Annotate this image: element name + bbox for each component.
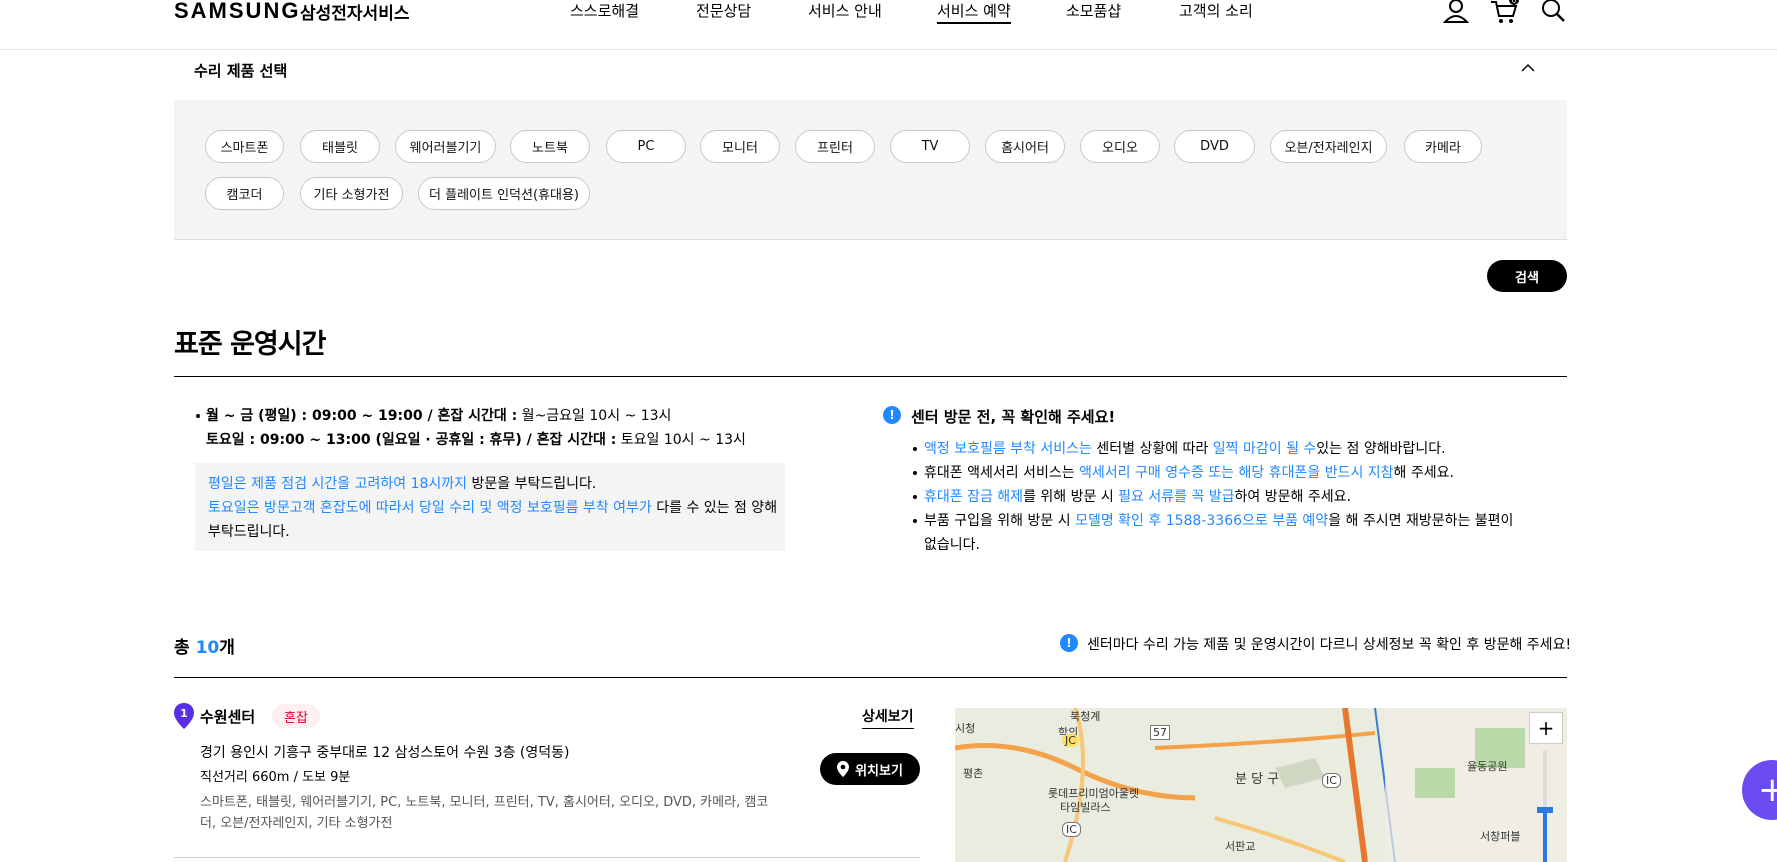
bullet xyxy=(913,471,917,475)
chip-camera[interactable]: 카메라 xyxy=(1404,130,1482,163)
bullet xyxy=(913,519,917,523)
list-notice: 센터마다 수리 가능 제품 및 운영시간이 다르니 상세정보 꼭 확인 후 방문… xyxy=(1087,637,1572,653)
nav-consult[interactable]: 전문상담 xyxy=(696,0,751,24)
chip-tablet[interactable]: 태블릿 xyxy=(300,130,380,163)
map-pin-number-icon: 1 xyxy=(174,703,194,729)
map-label: 타임빌라스 xyxy=(1060,801,1111,814)
weekday-hours-label: 월 ~ 금 (평일) : 09:00 ~ 19:00 / 혼잡 시간대 : xyxy=(206,408,518,424)
map-label: 평촌 xyxy=(963,767,984,780)
visit-item-parts-cont: 없습니다. xyxy=(924,537,980,553)
nav-supplies-shop[interactable]: 소모품샵 xyxy=(1066,0,1121,24)
global-header: SAMSUNG 삼성전자서비스 스스로해결 전문상담 서비스 안내 서비스 예약… xyxy=(0,0,1777,50)
map-label: 서창퍼블 xyxy=(1480,830,1521,843)
view-location-button[interactable]: 위치보기 xyxy=(820,753,920,785)
map-zoom-slider[interactable] xyxy=(1535,750,1555,862)
saturday-hours-label: 토요일 : 09:00 ~ 13:00 (일요일 · 공휴일 : 휴무) / 혼… xyxy=(206,432,617,448)
saturday-busy-hours: 토요일 10시 ~ 13시 xyxy=(616,432,746,448)
saturday-hours: 토요일 : 09:00 ~ 13:00 (일요일 · 공휴일 : 휴무) / 혼… xyxy=(206,429,746,449)
map-label: IC xyxy=(1062,822,1081,837)
note-line-1: 평일은 제품 점검 시간을 고려하여 18시까지 방문을 부탁드립니다. xyxy=(208,476,597,492)
map-label: JC xyxy=(1062,734,1079,747)
status-badge: 혼잡 xyxy=(272,704,320,728)
chip-oven-microwave[interactable]: 오븐/전자레인지 xyxy=(1270,130,1387,163)
nav-service-guide[interactable]: 서비스 안내 xyxy=(808,0,882,24)
bullet xyxy=(913,447,917,451)
chip-printer[interactable]: 프린터 xyxy=(795,130,875,163)
center-name[interactable]: 수원센터 xyxy=(200,706,255,727)
samsung-logo[interactable]: SAMSUNG xyxy=(174,0,300,24)
visit-item-unlock: 휴대폰 잠금 해제를 위해 방문 시 필요 서류를 꼭 발급하여 방문해 주세요… xyxy=(924,489,1351,505)
cart-icon[interactable]: 0 xyxy=(1489,0,1519,26)
map-label: 율동공원 xyxy=(1467,760,1508,773)
nav-customer-voice[interactable]: 고객의 소리 xyxy=(1179,0,1253,24)
logo-subtitle[interactable]: 삼성전자서비스 xyxy=(300,0,409,24)
map-view[interactable]: 북청계 학의 평촌 롯데프리미엄아울렛 타임빌라스 분 당 구 율동공원 서판교… xyxy=(955,708,1567,862)
note-line-2: 토요일은 방문고객 혼잡도에 따라서 당일 수리 및 액정 보호필름 부착 여부… xyxy=(208,500,778,516)
detail-link[interactable]: 상세보기 xyxy=(862,706,914,729)
chip-smartphone[interactable]: 스마트폰 xyxy=(205,130,284,163)
chip-tv[interactable]: TV xyxy=(890,130,970,163)
center-address: 경기 용인시 기흥구 중부대로 12 삼성스토어 수원 3층 (영덕동) xyxy=(200,745,570,761)
chip-wearable[interactable]: 웨어러블기기 xyxy=(395,130,496,163)
map-label: 시청 xyxy=(955,722,976,735)
view-location-label: 위치보기 xyxy=(855,763,903,779)
chip-plate-induction[interactable]: 더 플레이트 인덕션(휴대용) xyxy=(418,177,590,210)
map-label: 분 당 구 xyxy=(1235,772,1280,787)
nav-self-solve[interactable]: 스스로해결 xyxy=(570,0,639,24)
hours-title: 표준 운영시간 xyxy=(174,329,326,360)
search-icon[interactable] xyxy=(1538,0,1568,26)
chip-dvd[interactable]: DVD xyxy=(1174,130,1255,163)
cart-count: 0 xyxy=(1512,0,1516,5)
product-chip-panel: 스마트폰 태블릿 웨어러블기기 노트북 PC 모니터 프린터 TV 홈시어터 오… xyxy=(174,100,1567,240)
total-count: 총 10개 xyxy=(174,638,235,658)
chip-monitor[interactable]: 모니터 xyxy=(700,130,780,163)
chip-camcorder[interactable]: 캠코더 xyxy=(205,177,284,210)
exclamation-icon: ! xyxy=(1060,634,1078,652)
map-label: 서판교 xyxy=(1225,840,1256,853)
floating-plus-button[interactable]: + xyxy=(1742,760,1777,820)
visit-notice-title: 센터 방문 전, 꼭 확인해 주세요! xyxy=(911,408,1116,426)
visit-item-parts: 부품 구입을 위해 방문 시 모델명 확인 후 1588-3366으로 부품 예… xyxy=(924,513,1514,529)
center-distance: 직선거리 660m / 도보 9분 xyxy=(200,770,351,785)
map-label: 57 xyxy=(1150,725,1170,740)
note-line-3: 부탁드립니다. xyxy=(208,524,290,540)
chevron-up-icon[interactable] xyxy=(1519,59,1537,77)
visit-item-film: 액정 보호필름 부착 서비스는 센터별 상황에 따라 일찍 마감이 될 수있는 … xyxy=(924,441,1446,457)
svg-text:1: 1 xyxy=(180,707,188,720)
chip-home-theater[interactable]: 홈시어터 xyxy=(985,130,1065,163)
divider xyxy=(174,376,1567,377)
map-label: 북청계 xyxy=(1070,710,1101,723)
bullet xyxy=(913,495,917,499)
hours-note-box: 평일은 제품 점검 시간을 고려하여 18시까지 방문을 부탁드립니다. 토요일… xyxy=(195,463,785,551)
divider xyxy=(174,677,1567,678)
chip-small-appliances[interactable]: 기타 소형가전 xyxy=(300,177,403,210)
row-divider xyxy=(174,857,920,858)
location-pin-icon xyxy=(837,761,850,777)
user-icon[interactable] xyxy=(1441,0,1471,26)
bullet xyxy=(196,414,200,418)
exclamation-icon: ! xyxy=(883,406,901,424)
chip-notebook[interactable]: 노트북 xyxy=(510,130,590,163)
product-select-title: 수리 제품 선택 xyxy=(194,62,288,80)
center-products: 스마트폰, 태블릿, 웨어러블기기, PC, 노트북, 모니터, 프린터, TV… xyxy=(200,795,769,831)
chip-pc[interactable]: PC xyxy=(606,130,686,163)
visit-item-accessory: 휴대폰 액세서리 서비스는 액세서리 구매 영수증 또는 해당 휴대폰을 반드시… xyxy=(924,465,1454,481)
chip-audio[interactable]: 오디오 xyxy=(1080,130,1160,163)
weekday-hours: 월 ~ 금 (평일) : 09:00 ~ 19:00 / 혼잡 시간대 : 월~… xyxy=(206,405,671,425)
search-button[interactable]: 검색 xyxy=(1487,260,1567,292)
weekday-busy-hours: 월~금요일 10시 ~ 13시 xyxy=(517,408,672,424)
map-label: IC xyxy=(1322,773,1341,788)
nav-service-reservation[interactable]: 서비스 예약 xyxy=(937,0,1011,24)
map-zoom-in-button[interactable]: + xyxy=(1529,712,1563,744)
